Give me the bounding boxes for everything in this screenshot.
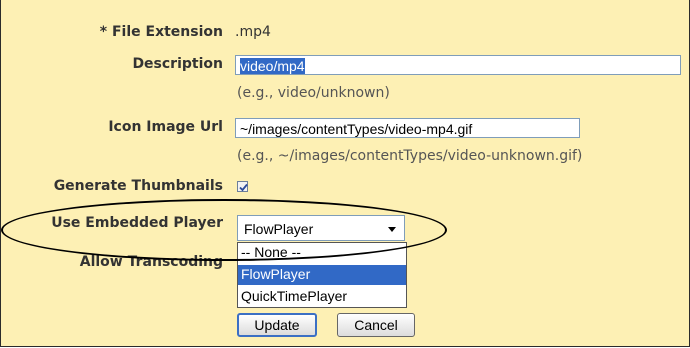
icon-image-url-input-value: ~/images/contentTypes/video-mp4.gif: [240, 121, 473, 137]
generate-thumbnails-label: Generate Thumbnails: [53, 178, 223, 194]
icon-image-url-input[interactable]: ~/images/contentTypes/video-mp4.gif: [235, 118, 580, 138]
embedded-player-dropdown: -- None -- FlowPlayer QuickTimePlayer: [237, 242, 407, 308]
update-button[interactable]: Update: [237, 313, 317, 337]
embedded-player-selected: FlowPlayer: [244, 221, 314, 237]
generate-thumbnails-checkbox[interactable]: [237, 181, 248, 192]
checkmark-icon: [239, 183, 248, 192]
description-label: Description: [132, 56, 223, 72]
dropdown-option-quicktimeplayer[interactable]: QuickTimePlayer: [238, 287, 406, 307]
icon-image-url-label: Icon Image Url: [108, 119, 223, 135]
content-type-form: * File Extension .mp4 Description video/…: [0, 0, 690, 347]
dropdown-option-none[interactable]: -- None --: [238, 243, 406, 263]
description-hint: (e.g., video/unknown): [237, 85, 390, 101]
embedded-player-select[interactable]: FlowPlayer: [237, 215, 405, 241]
icon-image-url-hint: (e.g., ~/images/contentTypes/video-unkno…: [237, 148, 583, 164]
cancel-button[interactable]: Cancel: [337, 313, 415, 337]
allow-transcoding-label: Allow Transcoding: [79, 254, 223, 270]
file-extension-value: .mp4: [235, 24, 271, 40]
description-input[interactable]: video/mp4: [235, 55, 681, 75]
chevron-down-icon: [388, 227, 396, 232]
dropdown-option-flowplayer[interactable]: FlowPlayer: [238, 265, 406, 285]
file-extension-label: * File Extension: [99, 24, 223, 40]
embedded-player-label: Use Embedded Player: [51, 215, 223, 231]
description-input-value: video/mp4: [240, 58, 305, 74]
